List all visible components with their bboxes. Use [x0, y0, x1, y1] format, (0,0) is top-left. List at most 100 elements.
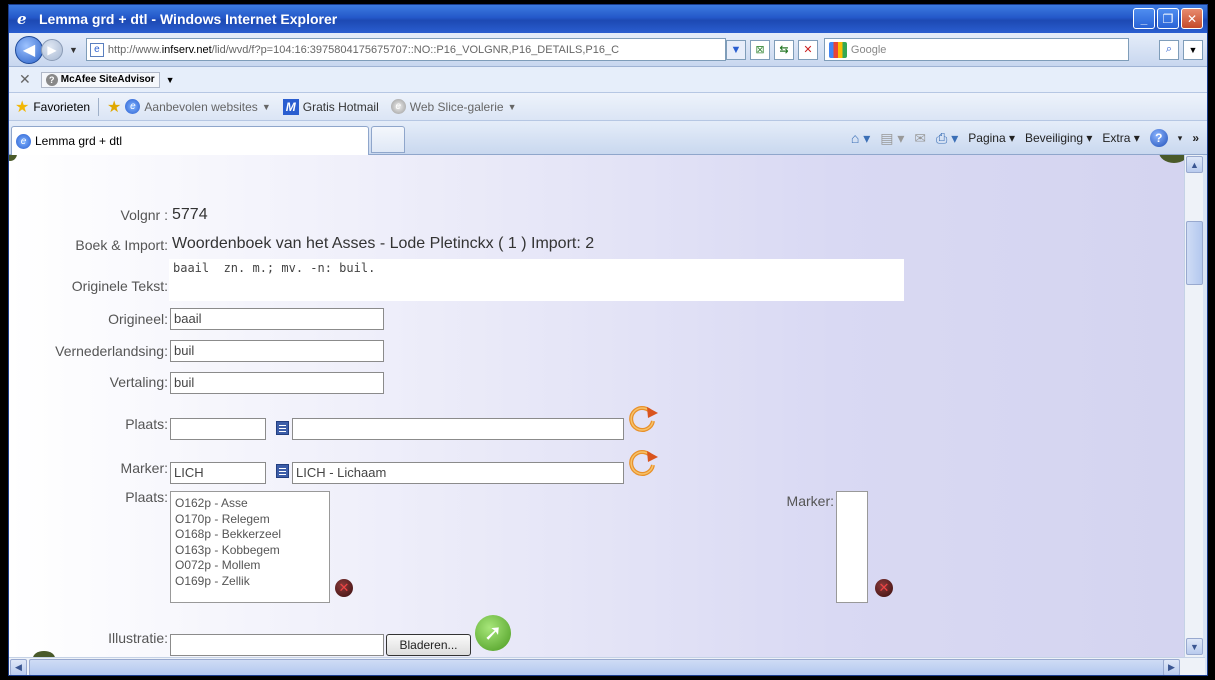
plaats-list-icon[interactable] [276, 421, 289, 435]
chevron-down-icon: ▼ [507, 101, 517, 112]
plaats-code-input[interactable] [170, 418, 266, 440]
corner-decoration [1159, 155, 1186, 163]
plaats-refresh-icon[interactable] [625, 401, 659, 435]
back-button[interactable]: ◀ [15, 35, 43, 64]
vertaling-input[interactable]: buil [170, 372, 384, 394]
help-icon[interactable]: ? [1149, 129, 1168, 147]
scroll-left-icon[interactable]: ◀ [10, 659, 27, 675]
new-tab-button[interactable] [371, 126, 405, 153]
add-favorites-icon[interactable]: ★ [107, 97, 121, 117]
upload-icon[interactable]: ➚ [475, 615, 511, 651]
delete-marker-icon[interactable]: ✕ [875, 579, 893, 597]
address-input[interactable]: e http://www. infserv.net/lid/wvd/f?p=104… [85, 38, 726, 61]
forward-button[interactable]: ▶ [41, 38, 63, 61]
compatibility-icon[interactable]: ⊠ [749, 39, 770, 60]
marker-name-input[interactable]: LICH - Lichaam [292, 462, 624, 484]
close-button[interactable]: ✕ [1181, 8, 1203, 29]
originele-tekst-field[interactable]: baail zn. m.; mv. -n: buil. [169, 259, 904, 301]
list-item[interactable]: O162p - Asse [175, 496, 325, 512]
plaats-list-label: Plaats: [125, 489, 168, 505]
tab-lemma[interactable]: e Lemma grd + dtl [11, 126, 369, 155]
hotmail-icon: M [282, 98, 299, 115]
horizontal-scrollbar[interactable]: ◀ ▶ [9, 657, 1205, 675]
browser-window: e Lemma grd + dtl - Windows Internet Exp… [8, 4, 1208, 676]
fav-label: Web Slice-galerie [409, 99, 504, 114]
question-icon: ? [45, 73, 58, 86]
illustratie-label: Illustratie: [108, 630, 168, 646]
vertaling-label: Vertaling: [109, 374, 168, 390]
url-path: /lid/wvd/f?p=104:16:3975804175675707::NO… [211, 43, 620, 56]
scroll-up-icon[interactable]: ▲ [1186, 156, 1203, 173]
title-bar: e Lemma grd + dtl - Windows Internet Exp… [9, 5, 1207, 33]
fav-webslice[interactable]: e Web Slice-galerie ▼ [390, 99, 517, 114]
chevron-down-icon: ▼ [261, 101, 271, 112]
search-options-icon[interactable]: ▼ [1183, 39, 1203, 60]
beveiliging-menu[interactable]: Beveiliging ▾ [1025, 131, 1092, 145]
address-dropdown-icon[interactable]: ▼ [725, 39, 746, 60]
list-item[interactable]: O072p - Mollem [175, 558, 325, 574]
stop-icon[interactable]: ✕ [797, 39, 818, 60]
home-icon[interactable]: ⌂ ▾ [851, 130, 870, 147]
list-item[interactable]: O170p - Relegem [175, 512, 325, 528]
mcafee-toolbar: ✕ ? McAfee SiteAdvisor ▼ [9, 67, 1207, 93]
tab-bar: e Lemma grd + dtl ⌂ ▾ ▤ ▾ ✉ ⎙ ▾ Pagina ▾… [9, 121, 1207, 155]
tab-label: Lemma grd + dtl [35, 134, 123, 148]
volgnr-label: Volgnr : [120, 207, 168, 223]
refresh-icon[interactable]: ⇆ [773, 39, 794, 60]
url-domain: infserv.net [161, 43, 212, 56]
bladeren-button[interactable]: Bladeren... [386, 634, 471, 656]
scroll-right-icon[interactable]: ▶ [1163, 659, 1180, 675]
list-item[interactable]: O163p - Kobbegem [175, 543, 325, 559]
delete-plaats-icon[interactable]: ✕ [335, 579, 353, 597]
divider [98, 97, 100, 116]
ie-icon: e [125, 99, 141, 114]
origineel-label: Origineel: [108, 311, 168, 327]
fav-hotmail[interactable]: M Gratis Hotmail [282, 98, 379, 115]
recent-pages-dropdown-icon[interactable]: ▼ [69, 45, 78, 55]
close-toolbar-icon[interactable]: ✕ [19, 71, 31, 88]
plaats-name-input[interactable] [292, 418, 624, 440]
more-commands-icon[interactable]: » [1192, 131, 1199, 145]
vernederlandsing-input[interactable]: buil [170, 340, 384, 362]
marker-listbox[interactable] [836, 491, 868, 603]
minimize-button[interactable]: _ [1133, 8, 1155, 29]
boek-value: Woordenboek van het Asses - Lode Pletinc… [172, 235, 595, 252]
illustratie-file-input[interactable] [170, 634, 384, 656]
origineel-input[interactable]: baail [170, 308, 384, 330]
scroll-down-icon[interactable]: ▼ [1186, 638, 1203, 655]
mcafee-button[interactable]: ? McAfee SiteAdvisor [40, 71, 160, 88]
mcafee-dropdown-icon[interactable]: ▼ [166, 75, 175, 85]
horizontal-scroll-thumb[interactable] [29, 659, 1177, 675]
extra-menu[interactable]: Extra ▾ [1102, 131, 1139, 145]
fav-aanbevolen[interactable]: e Aanbevolen websites ▼ [125, 99, 271, 114]
plaats-listbox[interactable]: O162p - Asse O170p - Relegem O168p - Bek… [170, 491, 330, 603]
list-item[interactable]: O168p - Bekkerzeel [175, 527, 325, 543]
vernederlandsing-label: Vernederlandsing: [55, 343, 168, 359]
pagina-menu[interactable]: Pagina ▾ [968, 131, 1015, 145]
print-icon[interactable]: ⎙ ▾ [936, 130, 958, 147]
vertical-scrollbar[interactable]: ▲ ▼ [1184, 155, 1203, 657]
window-title: Lemma grd + dtl - Windows Internet Explo… [39, 11, 338, 27]
marker-refresh-icon[interactable] [625, 445, 659, 479]
favorites-button[interactable]: Favorieten [33, 100, 90, 114]
mail-icon[interactable]: ✉ [914, 130, 926, 147]
feeds-icon[interactable]: ▤ ▾ [880, 130, 904, 147]
url-prefix: http://www. [107, 43, 162, 56]
ie-icon: e [16, 133, 31, 149]
maximize-button[interactable]: ❐ [1157, 8, 1179, 29]
favorites-star-icon[interactable]: ★ [15, 97, 29, 117]
marker-code-input[interactable]: LICH [170, 462, 266, 484]
search-placeholder: Google [850, 43, 887, 56]
originele-tekst-label: Originele Tekst: [71, 278, 168, 294]
chevron-down-icon[interactable]: ▾ [1178, 133, 1183, 144]
corner-decoration [9, 155, 17, 161]
search-icon[interactable]: ⌕ [1159, 39, 1179, 60]
fav-label: Gratis Hotmail [302, 99, 379, 114]
marker-list-icon[interactable] [276, 464, 289, 478]
boek-label: Boek & Import: [75, 237, 168, 253]
list-item[interactable]: O169p - Zellik [175, 574, 325, 590]
volgnr-value: 5774 [172, 206, 208, 223]
vertical-scroll-thumb[interactable] [1186, 221, 1203, 285]
address-bar-row: ◀ ▶ ▼ e http://www. infserv.net/lid/wvd/f… [9, 33, 1207, 67]
search-input[interactable]: Google [823, 38, 1129, 61]
